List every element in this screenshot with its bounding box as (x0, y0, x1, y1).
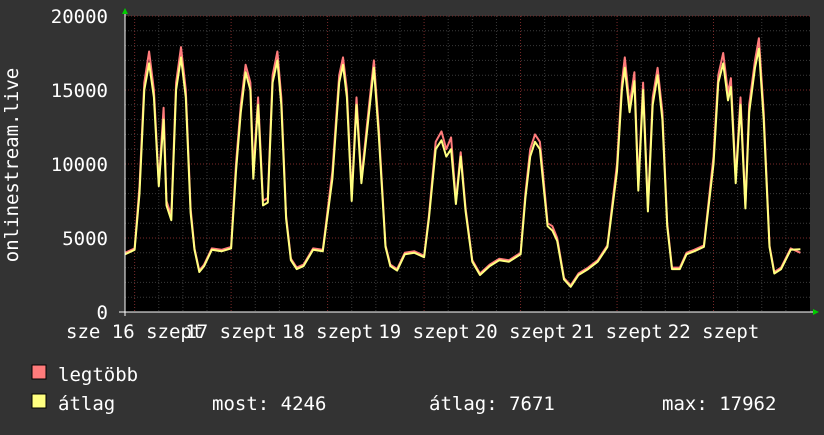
x-tick-label: sze 16 szept (66, 321, 203, 343)
legend-item-max: legtöbb (31, 364, 138, 386)
x-tick-label: 20 szept (475, 321, 567, 343)
stat-average: átlag: 7671 (429, 393, 555, 415)
legend-item-avg: átlag (31, 393, 115, 415)
legend-label-avg: átlag (58, 393, 115, 415)
x-tick-label: 22 szept (668, 321, 760, 343)
legend: legtöbb átlag most: 4246 átlag: 7671 max… (31, 364, 776, 415)
legend-swatch-avg (31, 393, 47, 409)
y-tick-labels: 05000100001500020000 (51, 6, 108, 324)
x-tick-label: 19 szept (378, 321, 470, 343)
x-tick-label: 18 szept (282, 321, 374, 343)
x-tick-label: 17 szept (185, 321, 277, 343)
y-tick-label: 20000 (51, 6, 108, 28)
x-tick-labels: sze 16 szept17 szept 18 szept 19 szept 20 s… (66, 321, 759, 343)
x-tick-label: 21 szept (571, 321, 663, 343)
stat-current: most: 4246 (212, 393, 326, 415)
y-axis-arrow-icon (122, 8, 128, 14)
legend-label-max: legtöbb (58, 364, 138, 386)
x-axis-arrow-icon (813, 309, 819, 315)
chart-panel: 0 5000 10000 15000 20000 sze 16 szept 17 szep… (0, 0, 824, 430)
y-tick-label: 15000 (51, 80, 108, 102)
stat-max: max: 17962 (662, 393, 776, 415)
y-axis-label: onlinestream.live (1, 68, 23, 262)
traffic-chart: 05000100001500020000 sze 16 szept17 szep… (1, 6, 819, 415)
y-tick-label: 5000 (62, 228, 108, 250)
legend-swatch-max (31, 364, 47, 380)
y-tick-label: 10000 (51, 154, 108, 176)
